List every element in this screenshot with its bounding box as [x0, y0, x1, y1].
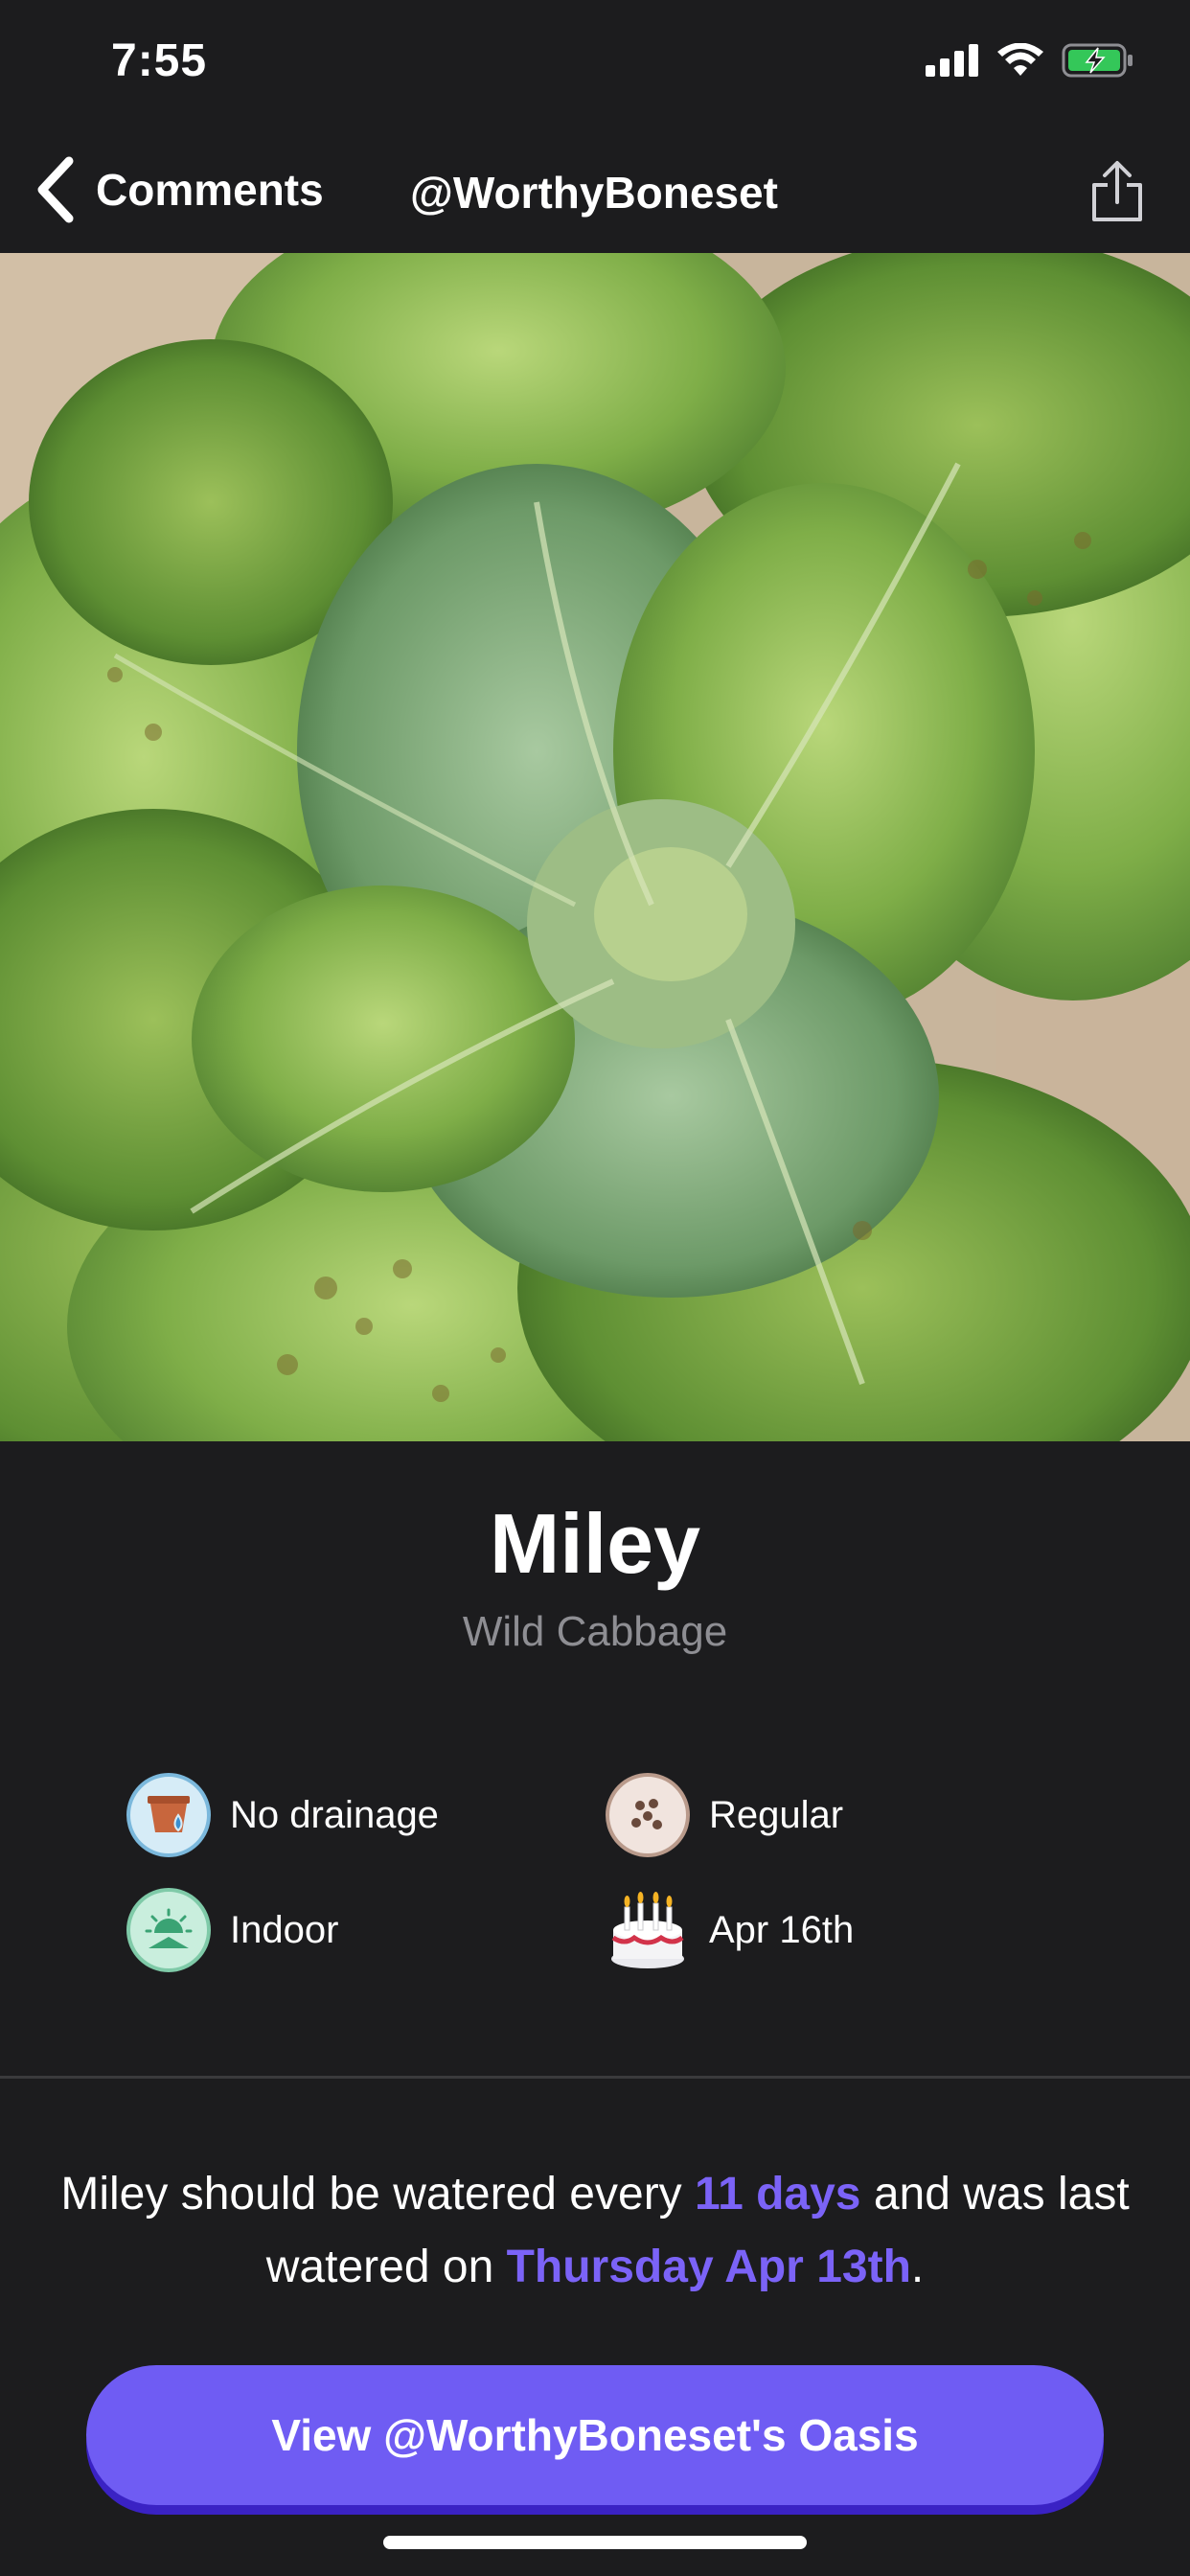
cellular-signal-icon: [926, 44, 978, 77]
chevron-left-icon: [37, 156, 74, 223]
nav-bar: Comments @WorthyBoneset: [0, 134, 1190, 253]
home-indicator[interactable]: [383, 2536, 807, 2549]
watering-info: Miley should be watered every 11 days an…: [57, 2158, 1133, 2304]
attribute-birthday-label: Apr 16th: [709, 1908, 855, 1951]
watering-text-3: .: [910, 2242, 925, 2292]
share-icon: [1092, 161, 1142, 221]
share-button[interactable]: [1079, 153, 1156, 230]
plant-species: Wild Cabbage: [462, 1608, 728, 1655]
attribute-location-label: Indoor: [230, 1908, 339, 1951]
pot-icon: [126, 1773, 211, 1857]
attribute-soil-label: Regular: [709, 1793, 844, 1836]
birthday-cake-icon: [606, 1888, 690, 1972]
attribute-drainage-label: No drainage: [230, 1793, 439, 1836]
nav-title[interactable]: @WorthyBoneset: [410, 167, 778, 218]
status-bar: 7:55: [0, 0, 1190, 134]
attribute-soil: Regular: [606, 1773, 843, 1857]
divider: [0, 2076, 1190, 2079]
watering-interval: 11 days: [695, 2169, 861, 2220]
last-watered-date: Thursday Apr 13th: [506, 2242, 911, 2292]
attribute-birthday: Apr 16th: [606, 1888, 854, 1972]
cabbage-photo: [0, 253, 1190, 1441]
view-oasis-button[interactable]: View @WorthyBoneset's Oasis: [86, 2365, 1104, 2505]
plant-photo[interactable]: [0, 253, 1190, 1441]
plant-name: Miley: [489, 1496, 701, 1591]
watering-text-1: Miley should be watered every: [60, 2169, 696, 2220]
view-oasis-label: View @WorthyBoneset's Oasis: [271, 2410, 919, 2460]
back-button[interactable]: Comments: [34, 151, 324, 228]
status-icons: [926, 42, 1134, 79]
soil-icon: [606, 1773, 690, 1857]
attribute-location: Indoor: [126, 1888, 338, 1972]
wifi-icon: [997, 43, 1043, 76]
status-time: 7:55: [111, 35, 208, 86]
indoor-sun-icon: [126, 1888, 211, 1972]
back-label: Comments: [96, 165, 324, 215]
battery-charging-icon: [1062, 43, 1133, 78]
attribute-drainage: No drainage: [126, 1773, 439, 1857]
